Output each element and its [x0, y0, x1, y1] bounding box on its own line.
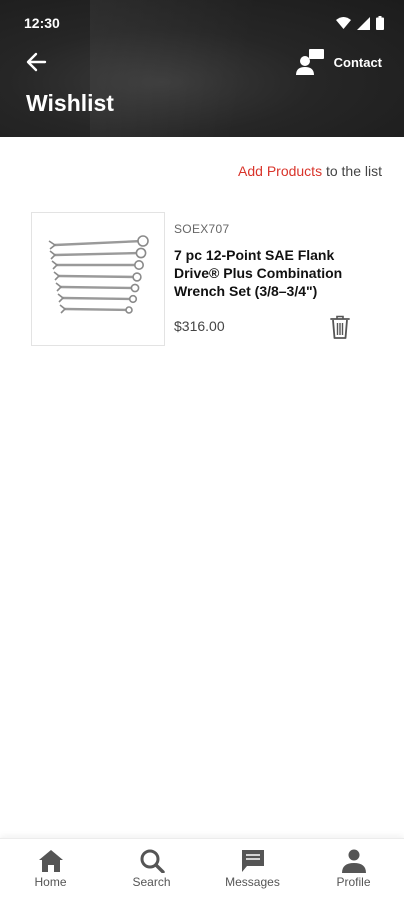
- status-time: 12:30: [24, 15, 60, 31]
- search-icon: [140, 849, 165, 873]
- delete-item-button[interactable]: [328, 313, 352, 341]
- contact-person-icon: [295, 49, 324, 75]
- messages-icon: [241, 850, 264, 872]
- home-icon: [38, 850, 63, 872]
- contact-button[interactable]: Contact: [295, 46, 382, 78]
- add-products-line: Add Products to the list: [238, 163, 382, 179]
- app-header: 12:30 Contact Wishlist: [0, 0, 404, 137]
- add-products-link[interactable]: Add Products: [238, 163, 322, 179]
- signal-icon: [357, 16, 370, 30]
- item-sku: SOEX707: [174, 222, 230, 236]
- nav-home[interactable]: Home: [0, 839, 101, 900]
- trash-icon: [330, 315, 350, 339]
- bottom-navigation: Home Search Messages Profile: [0, 838, 404, 900]
- nav-search[interactable]: Search: [101, 839, 202, 900]
- item-price: $316.00: [174, 318, 225, 334]
- profile-icon: [341, 849, 366, 873]
- battery-icon: [376, 16, 384, 30]
- wrench-set-image[interactable]: [31, 212, 165, 346]
- status-icons: [336, 16, 384, 30]
- status-bar: 12:30: [0, 0, 404, 46]
- nav-messages[interactable]: Messages: [202, 839, 303, 900]
- arrow-left-icon: [26, 52, 47, 72]
- wifi-icon: [336, 17, 351, 29]
- nav-search-label: Search: [132, 875, 171, 889]
- item-name[interactable]: 7 pc 12-Point SAE Flank Drive® Plus Comb…: [174, 246, 364, 300]
- nav-messages-label: Messages: [225, 875, 280, 889]
- add-products-suffix: to the list: [322, 163, 382, 179]
- nav-home-label: Home: [34, 875, 67, 889]
- nav-profile-label: Profile: [336, 875, 371, 889]
- page-title: Wishlist: [26, 90, 114, 116]
- contact-label: Contact: [333, 54, 382, 70]
- wishlist-item[interactable]: SOEX707 7 pc 12-Point SAE Flank Drive® P…: [31, 212, 371, 347]
- back-button[interactable]: [22, 48, 50, 76]
- nav-profile[interactable]: Profile: [303, 839, 404, 900]
